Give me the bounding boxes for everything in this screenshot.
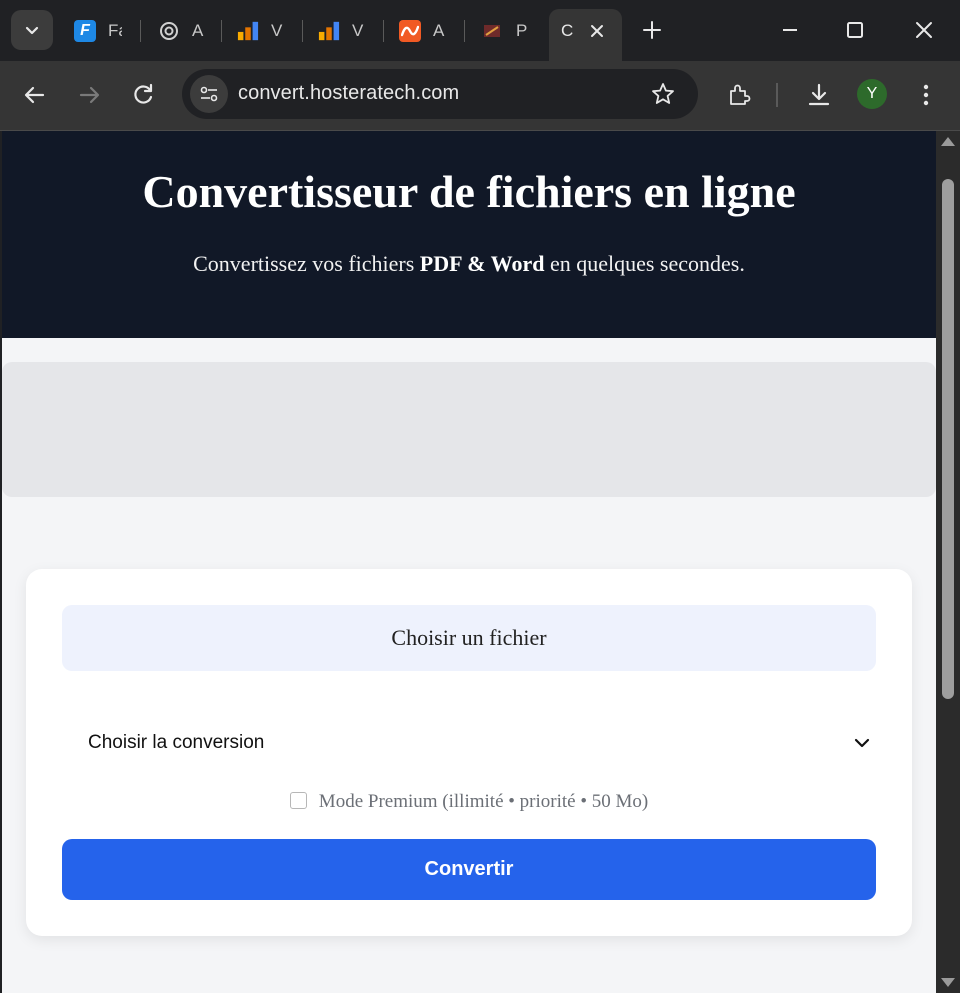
chevron-down-icon xyxy=(25,26,39,35)
ad-placeholder xyxy=(2,362,936,497)
tab-separator xyxy=(140,20,141,42)
browser-tab[interactable]: V xyxy=(227,14,295,48)
conversion-select[interactable]: Choisir la conversion xyxy=(62,719,876,767)
profile-avatar[interactable]: Y xyxy=(857,79,887,109)
vertical-scrollbar[interactable] xyxy=(936,131,960,993)
download-icon[interactable] xyxy=(806,82,832,108)
subtitle-highlight: PDF & Word xyxy=(419,251,545,276)
tab-separator xyxy=(464,20,465,42)
tab-title: V xyxy=(271,21,283,40)
extensions-puzzle-icon[interactable] xyxy=(726,82,752,108)
subtitle-suffix: en quelques secondes. xyxy=(544,251,745,276)
chevron-down-icon xyxy=(854,738,870,748)
tab-search-button[interactable] xyxy=(11,10,53,50)
browser-tab[interactable]: F Fa xyxy=(64,14,132,48)
tab-title: Fa xyxy=(108,21,122,40)
f-logo-icon: F xyxy=(74,20,96,42)
orange-wave-icon xyxy=(399,20,421,42)
close-window-icon[interactable] xyxy=(912,18,936,42)
page-viewport: Convertisseur de fichiers en ligne Conve… xyxy=(2,131,936,993)
reload-icon[interactable] xyxy=(130,82,156,108)
tab-title: A xyxy=(192,21,204,40)
openai-icon xyxy=(158,20,180,42)
hero-banner: Convertisseur de fichiers en ligne Conve… xyxy=(2,131,936,338)
url-text[interactable]: convert.hosteratech.com xyxy=(238,82,459,105)
back-arrow-icon[interactable] xyxy=(22,82,48,108)
scrollbar-thumb[interactable] xyxy=(942,179,954,699)
site-info-icon[interactable] xyxy=(190,75,228,113)
new-tab-icon[interactable] xyxy=(640,18,664,42)
tab-title: P xyxy=(516,21,528,40)
forward-arrow-icon[interactable] xyxy=(76,82,102,108)
browser-toolbar: convert.hosteratech.com Y xyxy=(0,61,960,131)
tab-title: A xyxy=(433,21,445,40)
convert-button[interactable]: Convertir xyxy=(62,839,876,900)
page-subtitle: Convertissez vos fichiers PDF & Word en … xyxy=(2,251,936,277)
premium-checkbox[interactable] xyxy=(289,791,307,809)
scroll-up-arrow-icon[interactable] xyxy=(941,137,955,146)
choose-file-button[interactable]: Choisir un fichier xyxy=(62,605,876,671)
maximize-icon[interactable] xyxy=(843,18,867,42)
address-bar[interactable]: convert.hosteratech.com xyxy=(182,69,698,119)
active-tab[interactable]: C xyxy=(549,9,622,61)
minimize-icon[interactable] xyxy=(778,18,802,42)
converter-card: Choisir un fichier Choisir la conversion… xyxy=(26,569,912,936)
premium-option[interactable]: Mode Premium (illimité • priorité • 50 M… xyxy=(26,791,912,813)
subtitle-prefix: Convertissez vos fichiers xyxy=(193,251,420,276)
close-tab-icon[interactable] xyxy=(587,21,607,41)
toolbar-divider xyxy=(776,83,778,107)
tab-separator xyxy=(221,20,222,42)
conversion-select-value: Choisir la conversion xyxy=(88,732,265,753)
kebab-menu-icon[interactable] xyxy=(913,82,939,108)
browser-tab[interactable]: V xyxy=(308,14,376,48)
browser-tab[interactable]: P xyxy=(472,14,540,48)
tab-title: C xyxy=(561,21,574,40)
tab-strip: F Fa A V V A P xyxy=(0,0,960,61)
analytics-icon xyxy=(237,20,259,42)
browser-tab[interactable]: A xyxy=(148,14,216,48)
premium-label: Mode Premium (illimité • priorité • 50 M… xyxy=(318,791,649,812)
browser-tab[interactable]: A xyxy=(389,14,457,48)
scroll-down-arrow-icon[interactable] xyxy=(941,978,955,987)
tab-separator xyxy=(302,20,303,42)
bookmark-star-icon[interactable] xyxy=(650,81,676,107)
paint-icon xyxy=(482,20,504,42)
analytics-icon xyxy=(318,20,340,42)
page-title: Convertisseur de fichiers en ligne xyxy=(142,166,796,217)
tab-separator xyxy=(383,20,384,42)
tab-title: V xyxy=(352,21,364,40)
